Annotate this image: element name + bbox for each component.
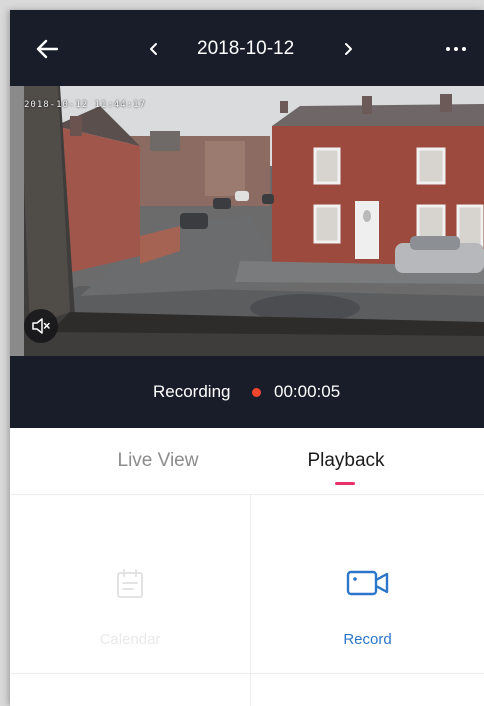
action-grid: Calendar Record [10, 495, 484, 706]
more-horizontal-icon [446, 47, 450, 51]
previous-date-button[interactable] [142, 36, 166, 62]
active-tab-indicator [335, 482, 355, 485]
more-dot [454, 47, 458, 51]
mute-button[interactable] [24, 309, 58, 343]
chevron-right-icon [345, 43, 352, 55]
recording-dot-icon [252, 388, 261, 397]
calendar-icon-wrap [10, 565, 250, 601]
more-dot [462, 47, 466, 51]
street-scene-image [10, 86, 484, 356]
view-tabs: Live View Playback [10, 428, 484, 495]
record-button[interactable]: Record [251, 495, 484, 673]
more-options-button[interactable] [438, 36, 474, 62]
timestamp-overlay: 2018-10-12 11:44:17 [24, 100, 146, 110]
recording-label: Recording [153, 382, 231, 401]
calendar-label: Calendar [99, 631, 161, 648]
video-camera-icon [346, 570, 388, 596]
top-bar: 2018-10-12 [10, 10, 484, 86]
chevron-left-icon [150, 43, 157, 55]
record-icon-wrap [251, 565, 484, 601]
date-label[interactable]: 2018-10-12 [180, 36, 347, 62]
camera-video-feed[interactable]: 2018-10-12 11:44:17 [10, 86, 484, 356]
app-screen: 2018-10-12 2018-10-12 11:44:17 Recording… [10, 10, 484, 706]
tab-live-view[interactable]: Live View [90, 428, 226, 494]
back-button[interactable] [32, 34, 62, 64]
recording-timer: 00:00:05 [274, 382, 341, 401]
calendar-button[interactable]: Calendar [10, 495, 250, 673]
recording-status-bar: Recording 00:00:05 [10, 356, 484, 428]
calendar-icon [117, 569, 143, 598]
record-label: Record [343, 631, 392, 648]
speaker-muted-icon [32, 318, 50, 334]
grid-row-divider [10, 673, 484, 674]
arrow-left-icon [36, 39, 58, 59]
next-date-button[interactable] [336, 36, 360, 62]
